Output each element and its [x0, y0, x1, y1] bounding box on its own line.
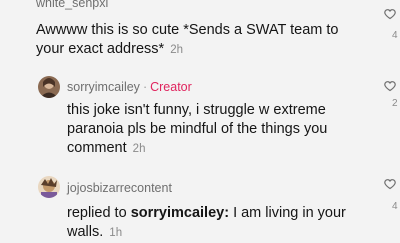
comment-3: jojosbizarrecontent replied to sorryimca…	[0, 172, 400, 242]
comment-timestamp: 2h	[132, 143, 146, 155]
comment-1: white_senpxi Awwww this is so cute *Send…	[0, 0, 400, 70]
comment-body: Awwww this is so cute *Sends a SWAT team…	[36, 22, 339, 57]
comment-username[interactable]: sorryimcailey	[67, 80, 140, 94]
like-count: 4	[392, 201, 398, 212]
comment-body: this joke isn't funny, i struggle w extr…	[67, 102, 328, 156]
comment-text: Awwww this is so cute *Sends a SWAT team…	[36, 21, 366, 60]
heart-outline-icon[interactable]	[384, 178, 396, 190]
comment-timestamp: 1h	[109, 227, 123, 239]
like-count: 2	[392, 98, 398, 109]
heart-outline-icon[interactable]	[384, 8, 396, 20]
comment-2: sorryimcailey · Creator this joke isn't fu…	[0, 74, 400, 164]
like-count: 4	[392, 30, 398, 41]
creator-badge: Creator	[150, 80, 192, 94]
comment-text: this joke isn't funny, i struggle w extr…	[67, 101, 367, 159]
heart-outline-icon[interactable]	[384, 80, 396, 92]
reply-mention[interactable]: sorryimcailey:	[131, 205, 229, 221]
comment-timestamp: 2h	[170, 44, 183, 56]
comment-header: sorryimcailey · Creator	[67, 80, 192, 94]
comment-username[interactable]: jojosbizarrecontent	[67, 181, 172, 195]
comment-text: replied to sorryimcailey: I am living in…	[67, 204, 377, 243]
avatar[interactable]	[38, 76, 60, 98]
separator-dot: ·	[142, 80, 148, 94]
comment-username[interactable]: white_senpxi	[36, 0, 108, 10]
avatar[interactable]	[38, 176, 60, 198]
reply-prefix: replied to	[67, 205, 127, 221]
